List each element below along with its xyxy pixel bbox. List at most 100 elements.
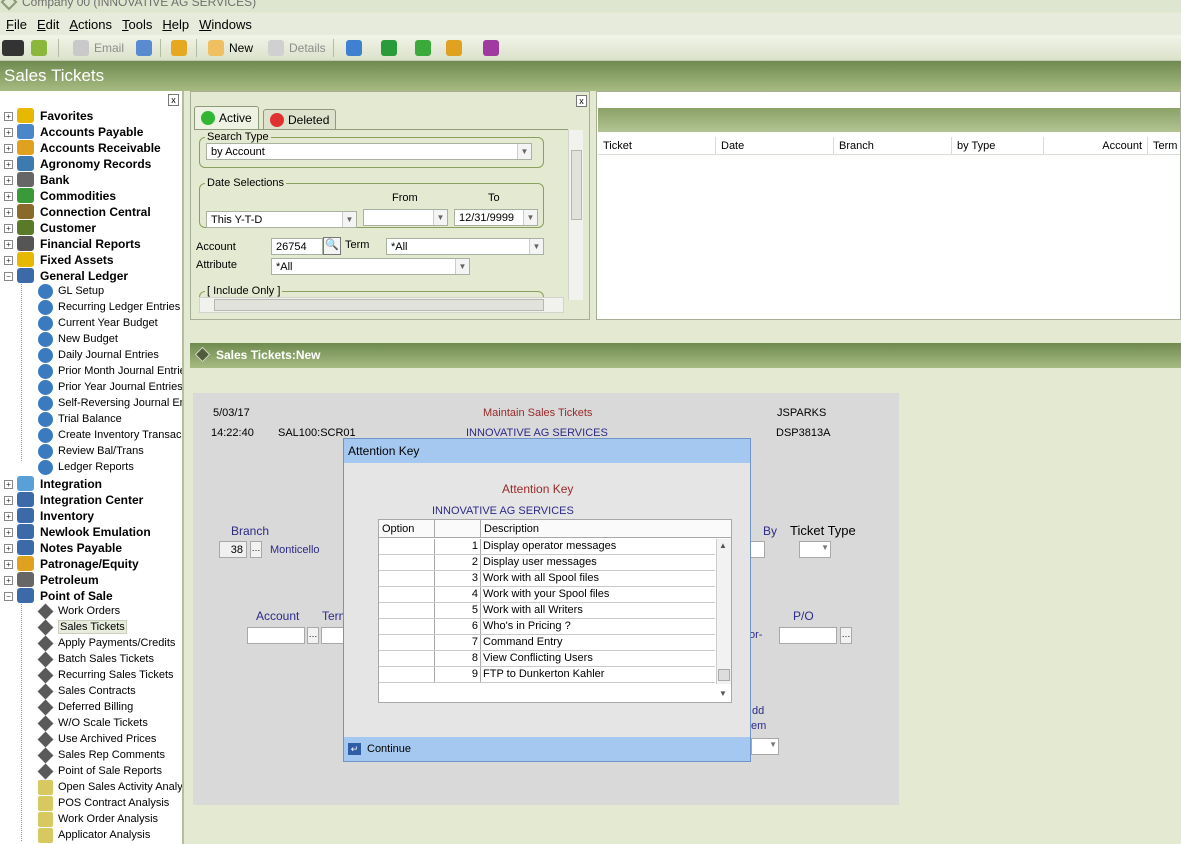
expand-icon[interactable]: + [4,160,13,169]
collapse-icon[interactable]: − [4,592,13,601]
fixed-assets-icon [17,252,34,267]
table-row[interactable]: 2 Display user messages [379,555,715,571]
expand-icon[interactable]: + [4,560,13,569]
expand-icon[interactable]: + [4,496,13,505]
table-row[interactable]: 5 Work with all Writers [379,603,715,619]
option-input[interactable] [379,539,435,554]
table-row[interactable]: 4 Work with your Spool files [379,587,715,603]
option-input[interactable] [379,603,435,618]
column-account[interactable]: Account [1044,137,1148,155]
chart-tool-button[interactable] [2,38,29,58]
from-date-field[interactable]: ▼ [363,209,448,226]
option-input[interactable] [379,667,435,682]
scrollbar-thumb[interactable] [718,669,730,681]
print-button[interactable] [136,38,157,58]
email-icon [73,40,89,56]
menu-help[interactable]: Help [162,17,189,32]
continue-button[interactable]: Continue [367,743,411,755]
expand-icon[interactable]: + [4,576,13,585]
table-row[interactable]: 8 View Conflicting Users [379,651,715,667]
tree-child-label: GL Setup [58,285,105,297]
open-folder-button[interactable] [171,38,192,58]
table-row[interactable]: 1 Display operator messages [379,539,715,555]
package-button[interactable] [31,38,52,58]
attribute-select[interactable]: *All ▼ [271,258,470,275]
ticket-type-select[interactable]: ▼ [799,541,831,558]
column-term[interactable]: Term [1148,137,1180,155]
email-button[interactable]: Email [73,38,124,58]
expand-icon[interactable]: + [4,144,13,153]
report-icon [38,828,53,843]
collapse-icon[interactable] [194,346,211,363]
grid-scrollbar[interactable]: ▲ ▼ [716,539,731,698]
expand-icon[interactable]: + [4,128,13,137]
branch-lookup-button[interactable]: … [250,541,262,558]
scroll-down-icon[interactable]: ▼ [719,689,727,698]
table-row[interactable]: 7 Command Entry [379,635,715,651]
option-input[interactable] [379,571,435,586]
menu-file[interactable]: File [6,17,27,32]
details-button[interactable]: Details [268,38,326,58]
account-input[interactable]: 26754 [271,238,323,255]
expand-icon[interactable]: + [4,176,13,185]
po-input[interactable] [779,627,837,644]
menu-tools[interactable]: Tools [122,17,152,32]
tab-active[interactable]: Active [194,106,259,129]
approve-button[interactable] [415,38,436,58]
search-vertical-scrollbar[interactable] [568,130,583,300]
date-preset-select[interactable]: This Y-T-D ▼ [206,211,357,228]
expand-icon[interactable]: + [4,480,13,489]
table-row[interactable]: 9 FTP to Dunkerton Kahler [379,667,715,683]
table-row[interactable]: 6 Who's in Pricing ? [379,619,715,635]
add-item-select[interactable]: ▼ [751,738,779,755]
search-type-select[interactable]: by Account ▼ [206,143,532,160]
account-lookup-button[interactable]: 🔍 [323,237,341,255]
close-tree-button[interactable]: x [168,94,179,106]
scrollbar-thumb[interactable] [214,299,544,311]
menu-edit[interactable]: Edit [37,17,59,32]
money-button[interactable] [381,38,402,58]
expand-icon[interactable]: + [4,240,13,249]
column-date[interactable]: Date [716,137,834,155]
option-input[interactable] [379,619,435,634]
new-button[interactable]: New [208,38,253,58]
menu-windows[interactable]: Windows [199,17,252,32]
column-branch[interactable]: Branch [834,137,952,155]
scroll-up-icon[interactable]: ▲ [719,541,727,550]
expand-icon[interactable]: + [4,112,13,121]
term-input[interactable] [321,627,345,644]
term-select[interactable]: *All ▼ [386,238,544,255]
expand-icon[interactable]: + [4,528,13,537]
lock-button[interactable] [446,38,467,58]
close-search-button[interactable]: x [576,95,587,107]
column-by-type[interactable]: by Type [952,137,1044,155]
po-lookup-button[interactable]: … [840,627,852,644]
expand-icon[interactable]: + [4,544,13,553]
expand-icon[interactable]: + [4,224,13,233]
expand-icon[interactable]: + [4,256,13,265]
scrollbar-thumb[interactable] [571,150,582,220]
search-horizontal-scrollbar[interactable] [199,297,564,313]
expand-icon[interactable]: + [4,192,13,201]
by-input[interactable] [749,541,765,558]
message-button[interactable] [346,38,367,58]
collapse-icon[interactable]: − [4,272,13,281]
table-row[interactable]: 3 Work with all Spool files [379,571,715,587]
option-input[interactable] [379,635,435,650]
book-button[interactable] [483,38,504,58]
tree-node-label: Petroleum [40,573,99,587]
to-date-field[interactable]: 12/31/9999 ▼ [454,209,538,226]
account-input[interactable] [247,627,305,644]
globe-icon [38,412,53,427]
menu-actions[interactable]: Actions [69,17,112,32]
option-input[interactable] [379,651,435,666]
column-ticket[interactable]: Ticket [598,137,716,155]
account-label: Account [256,609,300,623]
branch-input[interactable]: 38 [219,541,247,558]
account-lookup-button[interactable]: … [307,627,319,644]
option-input[interactable] [379,587,435,602]
tab-deleted[interactable]: Deleted [263,109,337,129]
option-input[interactable] [379,555,435,570]
expand-icon[interactable]: + [4,512,13,521]
expand-icon[interactable]: + [4,208,13,217]
